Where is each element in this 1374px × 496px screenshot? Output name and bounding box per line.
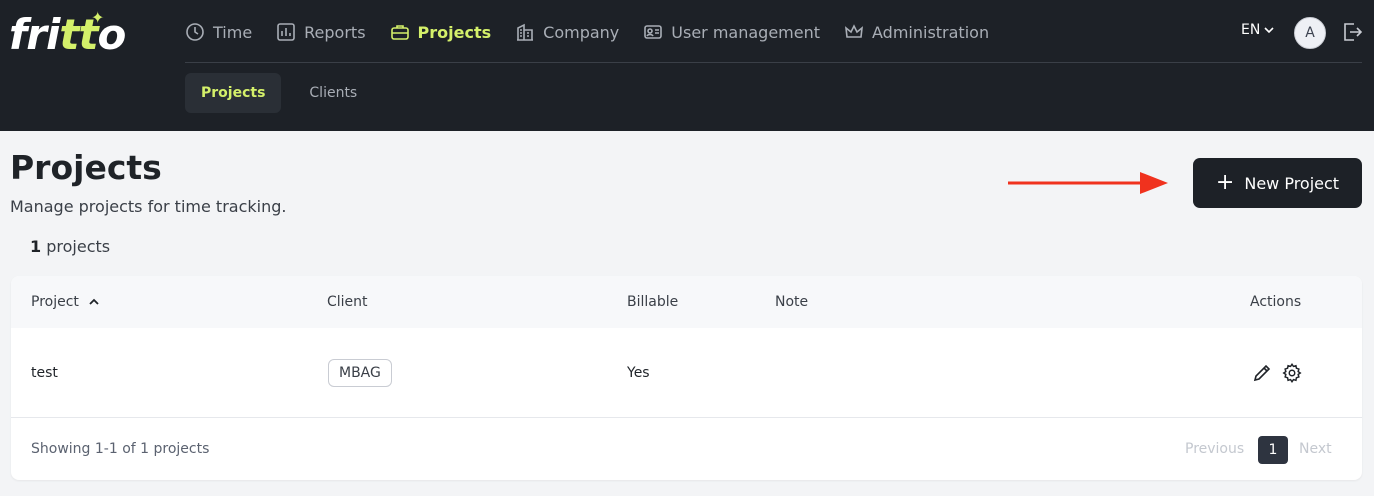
- id-card-icon: [644, 25, 663, 39]
- nav-item-user-management[interactable]: User management: [643, 22, 820, 42]
- table-header: Project Client Billable Note Actions: [11, 276, 1362, 328]
- table-row[interactable]: test MBAG Yes: [11, 328, 1362, 418]
- pagination-summary: Showing 1-1 of 1 projects: [31, 441, 210, 457]
- sub-nav: Projects Clients: [185, 73, 385, 113]
- billable-value: Yes: [627, 365, 650, 381]
- column-note: Note: [775, 294, 809, 310]
- app-logo[interactable]: fritto ✦: [9, 8, 139, 59]
- crown-icon: [844, 24, 864, 38]
- page-subtitle: Manage projects for time tracking.: [10, 197, 287, 216]
- column-client[interactable]: Client: [327, 294, 368, 310]
- edit-pencil-icon[interactable]: [1251, 362, 1273, 384]
- nav-item-projects[interactable]: Projects: [390, 22, 492, 42]
- sparkle-icon: ✦: [91, 8, 105, 27]
- nav-item-company[interactable]: Company: [515, 22, 619, 42]
- plus-icon: +: [1215, 170, 1235, 195]
- projects-table: Project Client Billable Note Actions tes…: [11, 276, 1362, 480]
- column-billable[interactable]: Billable: [627, 294, 678, 310]
- new-project-label: New Project: [1244, 173, 1340, 193]
- nav-item-reports[interactable]: Reports: [276, 22, 366, 42]
- column-actions: Actions: [1250, 294, 1302, 310]
- project-name[interactable]: test: [31, 365, 58, 381]
- nav-label: Company: [543, 22, 620, 42]
- logout-icon[interactable]: [1340, 20, 1364, 44]
- page-title: Projects: [10, 148, 162, 187]
- briefcase-icon: [390, 25, 409, 40]
- pagination-next[interactable]: Next: [1299, 441, 1332, 457]
- gear-icon[interactable]: [1281, 362, 1303, 384]
- avatar[interactable]: A: [1294, 17, 1326, 49]
- pagination-page-1[interactable]: 1: [1258, 436, 1288, 464]
- language-selector[interactable]: EN: [1241, 22, 1275, 38]
- nav-item-time[interactable]: Time: [185, 22, 252, 42]
- language-label: EN: [1241, 22, 1261, 38]
- sort-ascending-icon: [89, 298, 99, 305]
- clock-icon: [186, 23, 204, 41]
- logo-wordmark: fritto: [9, 10, 126, 59]
- top-header: fritto ✦ Time Reports Projects Company U…: [0, 0, 1374, 131]
- chevron-down-icon: [1264, 27, 1274, 34]
- column-project[interactable]: Project: [31, 294, 101, 310]
- pagination-previous[interactable]: Previous: [1185, 441, 1244, 457]
- main-nav: Time Reports Projects Company User manag…: [185, 16, 1013, 48]
- nav-label: Reports: [304, 22, 366, 42]
- nav-label: Administration: [872, 22, 990, 42]
- nav-item-administration[interactable]: Administration: [844, 22, 989, 42]
- client-badge: MBAG: [328, 359, 392, 387]
- new-project-button[interactable]: + New Project: [1193, 158, 1362, 208]
- building-icon: [517, 23, 534, 41]
- nav-label: Projects: [417, 22, 492, 42]
- column-label: Project: [31, 294, 79, 310]
- project-count: 1 projects: [30, 237, 111, 256]
- nav-label: User management: [671, 22, 820, 42]
- nav-divider: [185, 62, 1362, 63]
- tab-clients[interactable]: Clients: [293, 73, 373, 113]
- nav-label: Time: [213, 22, 253, 42]
- tab-projects[interactable]: Projects: [185, 73, 282, 113]
- bar-chart-icon: [277, 23, 295, 41]
- red-arrow-annotation: [1008, 172, 1168, 194]
